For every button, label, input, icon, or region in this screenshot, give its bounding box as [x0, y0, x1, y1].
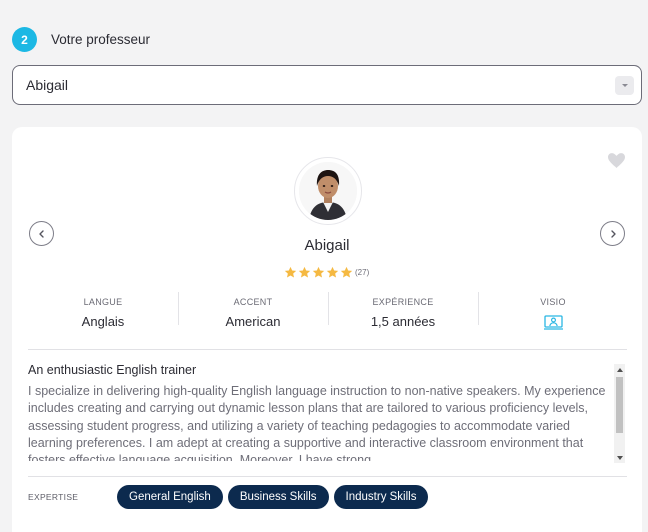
stat-label: LANGUE: [83, 297, 123, 307]
step-title: Votre professeur: [51, 32, 151, 47]
rating-count: (27): [355, 268, 370, 277]
scroll-down-arrow-icon[interactable]: [614, 452, 625, 463]
step-number-badge: 2: [12, 27, 37, 52]
teacher-stats: LANGUE Anglais ACCENT American EXPÉRIENC…: [28, 292, 628, 330]
stat-value: 1,5 années: [370, 314, 436, 329]
star-icon: [284, 266, 297, 278]
expertise-label: EXPERTISE: [28, 492, 79, 502]
stat-value: American: [225, 314, 281, 329]
rating: (27): [284, 266, 369, 279]
teacher-bio: An enthusiastic English trainer I specia…: [28, 363, 608, 461]
stat-visio: VISIO: [478, 292, 628, 330]
bio-text: I specialize in delivering high-quality …: [28, 384, 606, 461]
stat-experience: EXPÉRIENCE 1,5 années: [328, 292, 478, 329]
divider: [28, 476, 627, 477]
star-icon: [340, 266, 353, 278]
teacher-select[interactable]: Abigail: [12, 65, 642, 105]
teacher-photo: [299, 162, 357, 220]
expertise-chip: Business Skills: [227, 485, 329, 509]
chevron-down-icon[interactable]: [615, 76, 634, 95]
avatar: [294, 157, 362, 225]
bio-scrollbar[interactable]: [614, 364, 625, 463]
star-icon: [312, 266, 325, 278]
expertise-row: EXPERTISE General English Business Skill…: [28, 485, 433, 509]
star-icon: [326, 266, 339, 278]
scroll-up-arrow-icon[interactable]: [614, 364, 625, 375]
step-header: 2 Votre professeur: [12, 27, 150, 52]
stat-label: EXPÉRIENCE: [372, 297, 434, 307]
stat-label: ACCENT: [233, 297, 273, 307]
stat-accent: ACCENT American: [178, 292, 328, 329]
expertise-chip: General English: [117, 485, 223, 509]
heart-icon[interactable]: [608, 153, 625, 168]
teacher-select-value: Abigail: [26, 77, 69, 93]
stat-value: Anglais: [81, 314, 125, 329]
bio-title: An enthusiastic English trainer: [28, 363, 197, 377]
divider: [28, 349, 627, 350]
expertise-chip: Industry Skills: [333, 485, 429, 509]
teacher-name: Abigail: [304, 237, 350, 254]
stat-label: VISIO: [540, 297, 566, 307]
video-call-icon: [543, 315, 563, 330]
teacher-card: Abigail (27) LANGUE Anglais ACCENT Ameri…: [12, 127, 642, 532]
scrollbar-thumb[interactable]: [616, 377, 623, 433]
star-icon: [298, 266, 311, 278]
stat-language: LANGUE Anglais: [28, 292, 178, 329]
